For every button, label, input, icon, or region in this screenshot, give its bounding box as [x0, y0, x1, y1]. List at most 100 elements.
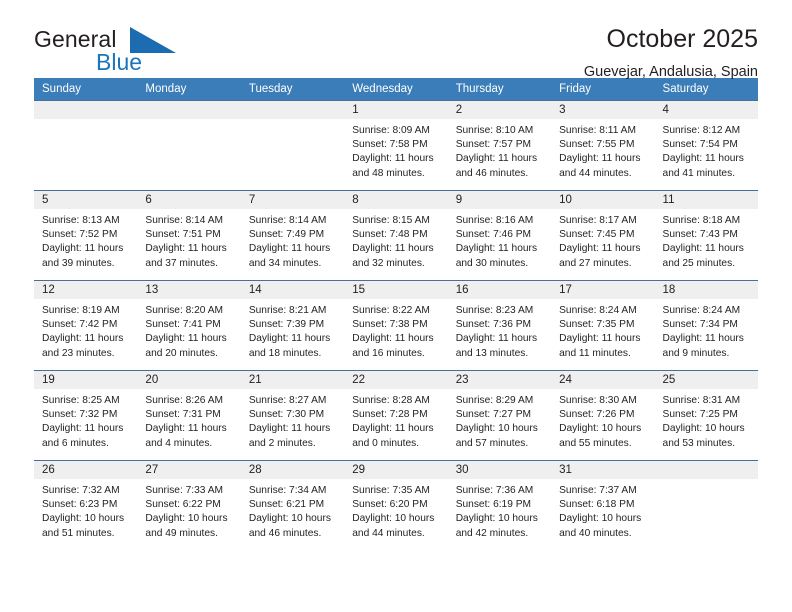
sunrise-time: Sunrise: 8:21 AM — [248, 305, 327, 316]
calendar-day-cell[interactable]: 26 Sunrise: 7:32 AM Sunset: 6:23 PM Dayligh… — [34, 460, 138, 551]
calendar-day-cell[interactable]: 24 Sunrise: 8:30 AM Sunset: 7:26 PM Dayligh… — [551, 370, 655, 461]
calendar-day-cell[interactable]: 17 Sunrise: 8:24 AM Sunset: 7:35 PM Dayligh… — [551, 280, 655, 371]
sunrise-time: Sunrise: 8:23 AM — [455, 305, 534, 316]
calendar-day-cell[interactable]: 1 Sunrise: 8:09 AM Sunset: 7:58 PM Daylight… — [344, 100, 448, 191]
daylight-duration-line1: Daylight: 10 hours — [455, 423, 538, 435]
calendar-day-cell[interactable]: 9 Sunrise: 8:16 AM Sunset: 7:46 PM Daylight… — [447, 190, 552, 281]
calendar-day-cell[interactable]: 14 Sunrise: 8:21 AM Sunset: 7:39 PM Dayligh… — [240, 280, 345, 371]
daylight-duration-line2: and 42 minutes. — [455, 527, 529, 539]
sunrise-time: Sunrise: 7:32 AM — [42, 485, 120, 496]
calendar-day-cell[interactable]: 22 Sunrise: 8:28 AM Sunset: 7:28 PM Dayligh… — [344, 370, 448, 461]
sunset-time: Sunset: 7:57 PM — [455, 139, 532, 151]
daylight-duration-line2: and 51 minutes. — [42, 527, 115, 539]
sunrise-time: Sunrise: 8:26 AM — [145, 395, 224, 406]
daylight-duration-line2: and 11 minutes. — [559, 347, 631, 359]
daylight-duration-line1: Daylight: 11 hours — [455, 243, 538, 255]
calendar-day-cell[interactable]: 27 Sunrise: 7:33 AM Sunset: 6:22 PM Dayligh… — [137, 460, 241, 551]
daylight-duration-line2: and 30 minutes. — [455, 257, 529, 269]
calendar-page: General Blue October 2025 Guevejar, Anda… — [0, 0, 792, 612]
calendar-day-cell[interactable]: 5 Sunrise: 8:13 AM Sunset: 7:52 PM Daylight… — [34, 190, 138, 281]
calendar-day-cell[interactable]: 3 Sunrise: 8:11 AM Sunset: 7:55 PM Daylight… — [551, 100, 655, 191]
calendar-day-cell[interactable]: 21 Sunrise: 8:27 AM Sunset: 7:30 PM Dayligh… — [240, 370, 345, 461]
calendar-day-cell[interactable]: 16 Sunrise: 8:23 AM Sunset: 7:36 PM Dayligh… — [447, 280, 552, 371]
sunset-time: Sunset: 7:51 PM — [145, 229, 221, 241]
daylight-duration-line2: and 39 minutes. — [42, 257, 115, 269]
calendar-day-cell[interactable]: 8 Sunrise: 8:15 AM Sunset: 7:48 PM Daylight… — [344, 190, 448, 281]
calendar-day-cell[interactable]: 12 Sunrise: 8:19 AM Sunset: 7:42 PM Dayligh… — [34, 280, 138, 371]
day-number: 1 — [344, 101, 448, 119]
sunset-time: Sunset: 6:18 PM — [559, 499, 635, 511]
weekday-header-saturday: Saturday — [654, 78, 758, 101]
calendar-day-cell[interactable]: 31 Sunrise: 7:37 AM Sunset: 6:18 PM Dayligh… — [551, 460, 655, 551]
daylight-duration-line2: and 48 minutes. — [352, 167, 425, 179]
sunset-time: Sunset: 6:19 PM — [455, 499, 532, 511]
day-details: Sunrise: 8:21 AM Sunset: 7:39 PM Daylight:… — [241, 299, 344, 361]
calendar-day-cell[interactable]: 13 Sunrise: 8:20 AM Sunset: 7:41 PM Dayligh… — [137, 280, 241, 371]
calendar-day-cell[interactable]: 28 Sunrise: 7:34 AM Sunset: 6:21 PM Dayligh… — [240, 460, 345, 551]
day-details: Sunrise: 8:31 AM Sunset: 7:25 PM Daylight:… — [655, 389, 758, 451]
sunset-time: Sunset: 6:22 PM — [145, 499, 221, 511]
day-number: 9 — [447, 191, 552, 209]
day-number: 25 — [654, 371, 758, 389]
calendar-day-cell[interactable]: 29 Sunrise: 7:35 AM Sunset: 6:20 PM Dayligh… — [344, 460, 448, 551]
sunset-time: Sunset: 7:26 PM — [559, 409, 635, 421]
calendar-day-cell[interactable]: 11 Sunrise: 8:18 AM Sunset: 7:43 PM Dayligh… — [654, 190, 758, 281]
sunrise-time: Sunrise: 8:24 AM — [662, 305, 741, 316]
calendar-day-cell[interactable]: 6 Sunrise: 8:14 AM Sunset: 7:51 PM Daylight… — [137, 190, 241, 281]
sunset-time: Sunset: 6:23 PM — [42, 499, 118, 511]
day-number — [240, 101, 345, 119]
day-number: 12 — [34, 281, 138, 299]
daylight-duration-line2: and 18 minutes. — [248, 347, 322, 359]
day-number: 26 — [34, 461, 138, 479]
sunrise-time: Sunrise: 8:09 AM — [352, 125, 430, 136]
day-details: Sunrise: 8:22 AM Sunset: 7:38 PM Daylight:… — [344, 299, 447, 361]
calendar-day-cell[interactable]: 20 Sunrise: 8:26 AM Sunset: 7:31 PM Dayligh… — [137, 370, 241, 461]
day-details: Sunrise: 7:32 AM Sunset: 6:23 PM Daylight:… — [34, 479, 137, 541]
calendar-day-cell[interactable]: 7 Sunrise: 8:14 AM Sunset: 7:49 PM Daylight… — [240, 190, 345, 281]
calendar-empty-cell — [34, 100, 138, 191]
day-number: 7 — [240, 191, 345, 209]
daylight-duration-line1: Daylight: 11 hours — [662, 333, 744, 345]
sunset-time: Sunset: 7:43 PM — [662, 229, 738, 241]
day-number: 29 — [344, 461, 448, 479]
calendar-week-row: 5 Sunrise: 8:13 AM Sunset: 7:52 PM Daylight… — [34, 190, 758, 281]
calendar-day-cell[interactable]: 25 Sunrise: 8:31 AM Sunset: 7:25 PM Dayligh… — [654, 370, 758, 461]
day-details: Sunrise: 8:24 AM Sunset: 7:35 PM Daylight:… — [551, 299, 654, 361]
calendar-day-cell[interactable]: 23 Sunrise: 8:29 AM Sunset: 7:27 PM Dayligh… — [447, 370, 552, 461]
calendar-day-cell[interactable]: 19 Sunrise: 8:25 AM Sunset: 7:32 PM Dayligh… — [34, 370, 138, 461]
sunrise-time: Sunrise: 8:20 AM — [145, 305, 224, 316]
sunset-time: Sunset: 7:38 PM — [352, 319, 428, 331]
sunrise-time: Sunrise: 8:11 AM — [559, 125, 636, 136]
day-details: Sunrise: 8:29 AM Sunset: 7:27 PM Daylight:… — [448, 389, 551, 451]
sunset-time: Sunset: 7:54 PM — [662, 139, 738, 151]
day-details: Sunrise: 8:14 AM Sunset: 7:51 PM Daylight:… — [137, 209, 240, 271]
daylight-duration-line1: Daylight: 11 hours — [559, 243, 641, 255]
daylight-duration-line2: and 34 minutes. — [248, 257, 322, 269]
sunset-time: Sunset: 6:21 PM — [248, 499, 325, 511]
calendar-day-cell[interactable]: 30 Sunrise: 7:36 AM Sunset: 6:19 PM Dayligh… — [447, 460, 552, 551]
calendar-day-cell[interactable]: 10 Sunrise: 8:17 AM Sunset: 7:45 PM Dayligh… — [551, 190, 655, 281]
daylight-duration-line1: Daylight: 11 hours — [559, 153, 641, 165]
sunset-time: Sunset: 7:58 PM — [352, 139, 428, 151]
calendar-empty-cell — [137, 100, 241, 191]
calendar-day-cell[interactable]: 15 Sunrise: 8:22 AM Sunset: 7:38 PM Dayligh… — [344, 280, 448, 371]
day-number: 6 — [137, 191, 241, 209]
calendar-day-cell[interactable]: 18 Sunrise: 8:24 AM Sunset: 7:34 PM Dayligh… — [654, 280, 758, 371]
day-number: 22 — [344, 371, 448, 389]
sunrise-time: Sunrise: 7:33 AM — [145, 485, 224, 496]
daylight-duration-line1: Daylight: 11 hours — [455, 333, 538, 345]
calendar-day-cell[interactable]: 4 Sunrise: 8:12 AM Sunset: 7:54 PM Daylight… — [654, 100, 758, 191]
day-details: Sunrise: 7:37 AM Sunset: 6:18 PM Daylight:… — [551, 479, 654, 541]
daylight-duration-line2: and 6 minutes. — [42, 437, 109, 449]
sunset-time: Sunset: 7:49 PM — [248, 229, 325, 241]
daylight-duration-line2: and 49 minutes. — [145, 527, 218, 539]
sunset-time: Sunset: 7:48 PM — [352, 229, 428, 241]
daylight-duration-line1: Daylight: 10 hours — [42, 513, 125, 525]
day-number — [654, 461, 758, 479]
page-header: General Blue October 2025 Guevejar, Anda… — [34, 0, 758, 79]
day-details: Sunrise: 8:14 AM Sunset: 7:49 PM Daylight:… — [241, 209, 344, 271]
day-details: Sunrise: 8:25 AM Sunset: 7:32 PM Daylight:… — [34, 389, 137, 451]
sunset-time: Sunset: 7:28 PM — [352, 409, 428, 421]
calendar-day-cell[interactable]: 2 Sunrise: 8:10 AM Sunset: 7:57 PM Daylight… — [447, 100, 552, 191]
sunrise-time: Sunrise: 8:10 AM — [455, 125, 534, 136]
